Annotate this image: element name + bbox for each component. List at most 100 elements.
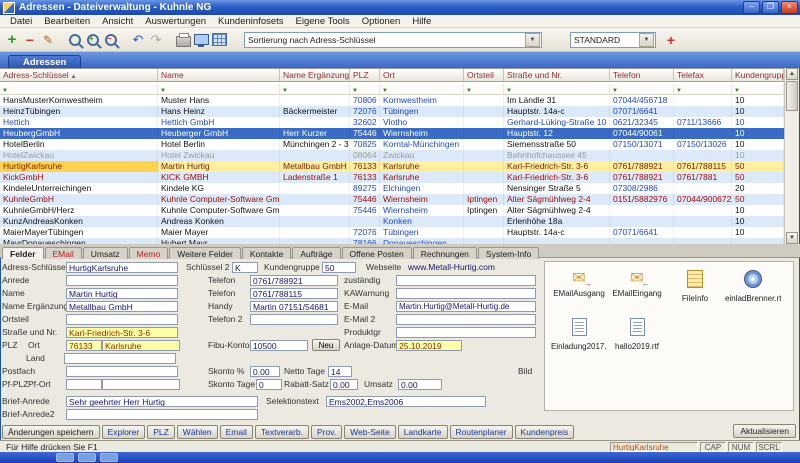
grid-cell[interactable] (280, 117, 350, 128)
telefona-input[interactable]: 0761/788921 (250, 275, 338, 286)
grid-cell[interactable] (610, 150, 674, 161)
grid-scrollbar[interactable]: ▲ ▼ (784, 68, 798, 244)
chevron-down-icon[interactable]: ▼ (639, 33, 654, 47)
anrede-input[interactable] (66, 275, 178, 286)
grid-cell[interactable] (280, 95, 350, 106)
grid-row[interactable]: KuhnleGmbHKuhnle Computer-Software GmbH7… (0, 194, 784, 205)
ortsteil-input[interactable] (66, 314, 178, 325)
webseite-input[interactable]: www.Metall-Hurtig.com (406, 262, 538, 273)
grid-cell[interactable]: Bäckermeister (280, 106, 350, 117)
tab-email[interactable]: EMail (45, 247, 82, 259)
selektionstext-input[interactable]: Ems2002,Ems2006 (326, 396, 486, 407)
grid-cell[interactable] (464, 183, 504, 194)
grid-cell[interactable]: Alter Sägmühlweg 2-4 (504, 205, 610, 216)
grid-cell[interactable]: 10 (732, 117, 784, 128)
grid-cell[interactable]: Erlenhöhe 18a (504, 216, 610, 227)
anlagedatum-input[interactable]: 25.10.2019 (396, 340, 462, 351)
scroll-thumb[interactable] (786, 81, 798, 111)
menu-datei[interactable]: Datei (4, 16, 38, 27)
taskbar-item[interactable] (100, 453, 118, 462)
ort-input[interactable]: Karlsruhe (102, 340, 180, 351)
grid-cell[interactable]: 0761/788921 (610, 161, 674, 172)
grid-cell[interactable]: 07150/13026 (674, 139, 732, 150)
grid-row[interactable]: KunzAndreasKonkenAndreas KonkenKonkenErl… (0, 216, 784, 227)
grid-cell[interactable]: 10 (732, 216, 784, 227)
tab-weiterefelder[interactable]: Weitere Felder (169, 247, 241, 259)
column-header-nameergnzung[interactable]: Name Ergänzung (280, 69, 350, 82)
scroll-up-icon[interactable]: ▲ (786, 68, 798, 80)
column-header-name[interactable]: Name (158, 69, 280, 82)
taskbar-item[interactable] (56, 453, 74, 462)
briefanrede-input[interactable]: Sehr geehrter Herr Hurtig (66, 396, 258, 407)
menu-hilfe[interactable]: Hilfe (406, 16, 437, 27)
footer-button-plz[interactable]: PLZ (147, 425, 175, 439)
grid-cell[interactable]: Heuberger GmbH (158, 128, 280, 139)
grid-cell[interactable]: 10 (732, 205, 784, 216)
footer-button-routenplaner[interactable]: Routenplaner (450, 425, 513, 439)
grid-cell[interactable] (674, 216, 732, 227)
grid-cell[interactable]: Wiernsheim (380, 128, 464, 139)
grid-cell[interactable]: 08064 (350, 150, 380, 161)
grid-cell[interactable]: Karl-Friedrich-Str. 3-6 (504, 172, 610, 183)
grid-cell[interactable]: 07071/6641 (610, 106, 674, 117)
grid-cell[interactable] (674, 205, 732, 216)
grid-cell[interactable]: Hauptstr. 12 (504, 128, 610, 139)
grid-cell[interactable]: KuhnleGmbH/Herz (0, 205, 158, 216)
column-header-telefax[interactable]: Telefax (674, 69, 732, 82)
undo-button[interactable] (129, 31, 147, 49)
grid-cell[interactable]: Tübingen (380, 227, 464, 238)
grid-cell[interactable] (464, 150, 504, 161)
grid-cell[interactable]: Hauptstr. 14a-c (504, 227, 610, 238)
grid-cell[interactable]: Andreas Konken (158, 216, 280, 227)
tab-memo[interactable]: Memo (129, 247, 169, 259)
grid-cell[interactable]: Hans Heinz (158, 106, 280, 117)
grid-cell[interactable]: Nensinger Straße 5 (504, 183, 610, 194)
filter-icon[interactable]: ▼ (382, 88, 388, 94)
column-header-telefon[interactable]: Telefon (610, 69, 674, 82)
view-combobox[interactable]: STANDARD ▼ (570, 32, 656, 48)
grid-cell[interactable]: 50 (732, 194, 784, 205)
grid-row[interactable]: KindeleUnterreichingenKindele KG89275Elc… (0, 183, 784, 194)
grid-cell[interactable]: Bahnhofchaussee 45 (504, 150, 610, 161)
filter-icon[interactable]: ▼ (466, 88, 472, 94)
grid-cell[interactable]: KickGmbH (0, 172, 158, 183)
grid-row[interactable]: HurtigKarlsruheMartin HurtigMetallbau Gm… (0, 161, 784, 172)
grid-cell[interactable] (464, 216, 504, 227)
grid-cell[interactable]: Elchingen (380, 183, 464, 194)
grid-cell[interactable] (464, 128, 504, 139)
grid-cell[interactable]: Hotel Zwickau (158, 150, 280, 161)
grid-row[interactable]: HeubergGmbHHeuberger GmbHHerr Kurzer7544… (0, 128, 784, 139)
grid-cell[interactable]: Karlsruhe (380, 172, 464, 183)
email-input[interactable]: Martin.Hurtig@Metall-Hurtig.de (396, 301, 536, 312)
grid-row[interactable]: MaierMayerTübingenMaier Mayer72076Tübing… (0, 227, 784, 238)
grid-cell[interactable] (280, 150, 350, 161)
grid-cell[interactable]: Kornwestheim (380, 95, 464, 106)
grid-cell[interactable]: 10 (732, 95, 784, 106)
grid-cell[interactable] (280, 216, 350, 227)
grid-cell[interactable]: HeubergGmbH (0, 128, 158, 139)
grid-cell[interactable]: 0151/5882976 (610, 194, 674, 205)
footer-button-email[interactable]: Email (220, 425, 253, 439)
column-header-kundengruppe[interactable]: Kundengruppe (732, 69, 784, 82)
grid-cell[interactable]: HotelZwickau (0, 150, 158, 161)
grid-cell[interactable]: Karl-Friedrich-Str. 3-6 (504, 161, 610, 172)
strasse-input[interactable]: Karl-Friedrich-Str. 3-6 (66, 327, 178, 338)
grid-cell[interactable]: Hettich GmbH (158, 117, 280, 128)
grid-cell[interactable]: 0761/7881 (674, 172, 732, 183)
grid-cell[interactable] (464, 172, 504, 183)
edit-button[interactable] (39, 31, 57, 49)
grid-row[interactable]: KuhnleGmbH/HerzKuhnle Computer-Software … (0, 205, 784, 216)
add-button[interactable] (3, 31, 21, 49)
neu-button[interactable]: Neu (312, 339, 340, 351)
kundengruppe-input[interactable]: 50 (322, 262, 356, 273)
filter-icon[interactable]: ▼ (506, 88, 512, 94)
grid-cell[interactable]: Siemensstraße 50 (504, 139, 610, 150)
print-button[interactable] (174, 31, 192, 49)
tab-systeminfo[interactable]: System-Info (478, 247, 539, 259)
grid-cell[interactable] (464, 95, 504, 106)
rabatt-input[interactable]: 0.00 (330, 379, 358, 390)
grid-cell[interactable] (464, 161, 504, 172)
grid-cell[interactable] (464, 227, 504, 238)
grid-cell[interactable]: Martin Hurtig (158, 161, 280, 172)
grid-cell[interactable]: Wiernsheim (380, 205, 464, 216)
